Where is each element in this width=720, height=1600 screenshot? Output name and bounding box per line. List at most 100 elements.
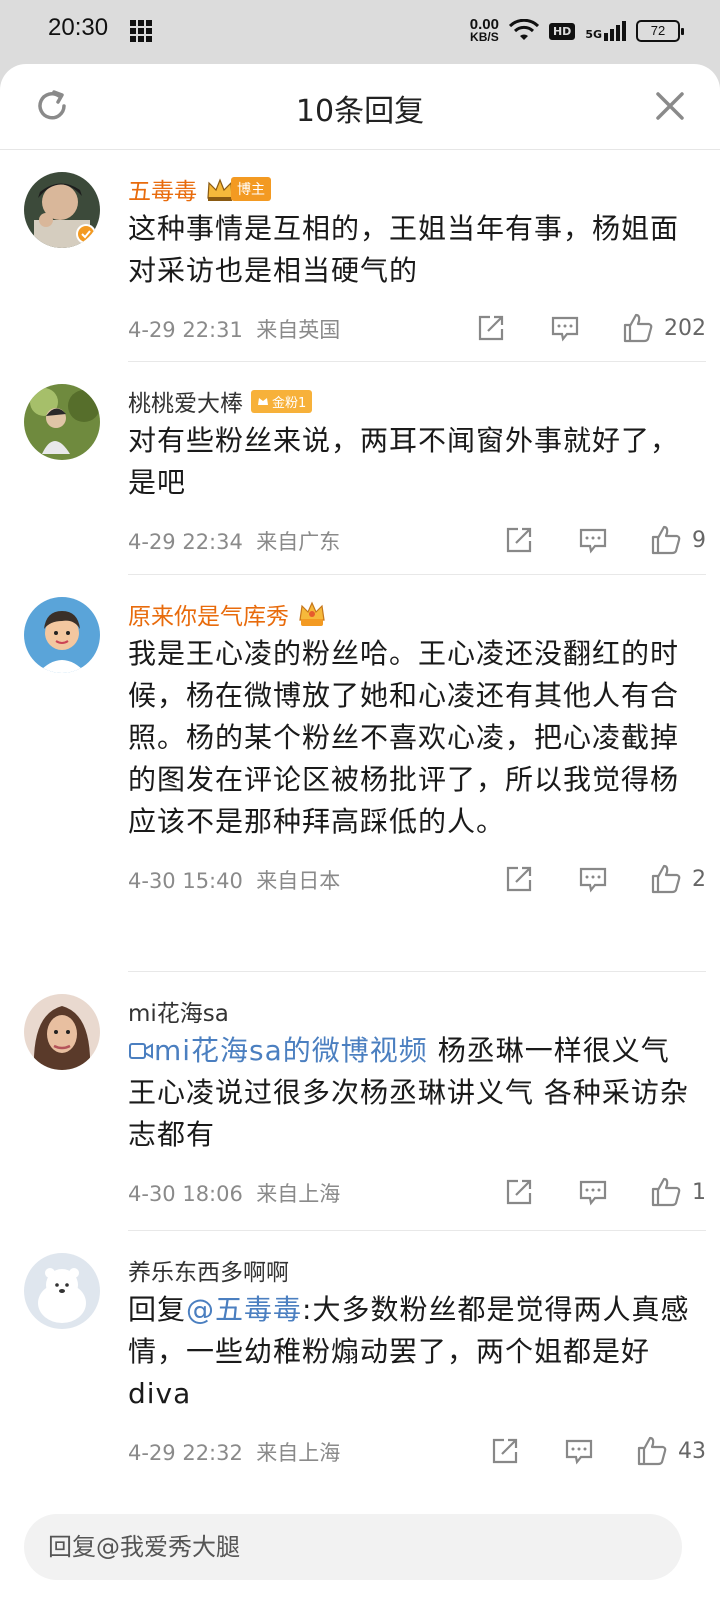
battery-icon: 72 (636, 20, 684, 42)
sheet-header: 10条回复 (0, 64, 720, 150)
network-speed: 0.00 KB/S (470, 17, 499, 44)
network-speed-unit: KB/S (470, 30, 499, 44)
username[interactable]: mi花海sa (128, 994, 229, 1028)
share-icon (506, 1179, 532, 1205)
comment-item: 桃桃爱大棒 金粉1 对有些粉丝来说，两耳不闻窗外事就好了，是吧 4-29 22:… (24, 362, 706, 575)
like-button[interactable]: 43 (616, 1429, 706, 1473)
comment-actions: 9 (482, 518, 706, 562)
avatar[interactable] (24, 597, 100, 673)
comment-icon (565, 1439, 593, 1465)
boss-tag: 博主 (231, 177, 271, 201)
comment-header: mi花海sa (128, 972, 706, 1030)
wifi-icon (508, 19, 539, 40)
username[interactable]: 原来你是气库秀 (128, 597, 289, 631)
comment-button[interactable] (556, 1170, 630, 1214)
comment-button[interactable] (528, 306, 602, 350)
comment-location: 来自上海 (256, 1182, 341, 1206)
comment-header: 桃桃爱大棒 金粉1 (128, 362, 706, 420)
close-button[interactable] (650, 86, 690, 126)
author-badge: 博主 (205, 176, 271, 202)
crown-icon (299, 601, 325, 626)
comment-location: 来自上海 (256, 1441, 341, 1465)
video-link-label: mi花海sa的微博视频 (154, 1034, 428, 1067)
video-link[interactable]: mi花海sa的微博视频 (128, 1034, 428, 1067)
thumbs-up-icon (623, 313, 653, 343)
like-count: 1 (692, 1179, 706, 1205)
comment-text: 回复@五毒毒:大多数粉丝都是觉得两人真感情，一些幼稚粉煽动罢了，两个姐都是好di… (128, 1289, 706, 1415)
comment-icon (579, 867, 607, 893)
comment-icon (579, 528, 607, 554)
status-bar: 20:30 0.00 KB/S HD 5G 72 (0, 0, 720, 64)
comment-item: 养乐东西多啊啊 回复@五毒毒:大多数粉丝都是觉得两人真感情，一些幼稚粉煽动罢了，… (24, 1231, 706, 1489)
share-icon (506, 527, 532, 553)
network-type-label: 5G (585, 28, 602, 41)
comment-icon (551, 316, 579, 342)
comment-header: 养乐东西多啊啊 (128, 1231, 706, 1289)
comment-item: 原来你是气库秀 我是王心凌的粉丝哈。王心凌还没翻红的时候，杨在微博放了她和心凌还… (24, 575, 706, 972)
like-count: 2 (692, 866, 706, 892)
comment-button[interactable] (556, 857, 630, 901)
thumbs-up-icon (651, 1177, 681, 1207)
comment-header: 五毒毒 博主 (128, 150, 706, 208)
comment-text: 对有些粉丝来说，两耳不闻窗外事就好了，是吧 (128, 424, 680, 499)
username[interactable]: 养乐东西多啊啊 (128, 1253, 289, 1287)
app-grid-icon (130, 20, 152, 42)
comment-meta: 4-30 18:06 来自上海 1 (128, 1156, 706, 1230)
reply-input[interactable]: 回复@我爱秀大腿 (24, 1514, 682, 1580)
comment-time: 4-29 22:32 (128, 1441, 243, 1465)
reply-prefix: 回复 (128, 1293, 187, 1326)
comment-text: 我是王心凌的粉丝哈。王心凌还没翻红的时候，杨在微博放了她和心凌还有其他人有合照。… (128, 637, 680, 838)
like-count: 202 (664, 315, 706, 341)
comment-item: mi花海sa mi花海sa的微博视频 杨丞琳一样很义气 王心凌说过很多次杨丞琳讲… (24, 972, 706, 1231)
comment-actions: 2 (482, 857, 706, 901)
mention-link[interactable]: @五毒毒 (186, 1293, 302, 1326)
comment-button[interactable] (556, 518, 630, 562)
page-title: 10条回复 (295, 94, 425, 129)
status-time: 20:30 (48, 14, 109, 41)
thumbs-up-icon (651, 525, 681, 555)
replies-sheet: 10条回复 五毒毒 博主 这种事情是互相的，王姐当年有事，杨姐面对采访也是相当硬… (0, 64, 720, 1600)
close-icon (656, 92, 684, 120)
share-icon (492, 1438, 518, 1464)
like-button[interactable]: 2 (630, 857, 706, 901)
hd-icon: HD (548, 22, 576, 40)
avatar[interactable] (24, 994, 100, 1070)
fan-badge-icon (258, 398, 268, 405)
comment-meta: 4-30 15:40 来自日本 2 (128, 843, 706, 917)
share-button[interactable] (482, 518, 556, 562)
comment-time: 4-30 15:40 (128, 869, 243, 893)
comment-text: mi花海sa的微博视频 杨丞琳一样很义气 王心凌说过很多次杨丞琳讲义气 各种采访… (128, 1030, 706, 1156)
like-button[interactable]: 9 (630, 518, 706, 562)
comment-actions: 202 (454, 306, 706, 350)
like-count: 43 (678, 1438, 706, 1464)
thumbs-up-icon (637, 1436, 667, 1466)
signal-icon: 5G (585, 21, 626, 41)
comment-location: 来自英国 (256, 318, 341, 342)
avatar[interactable] (24, 1253, 100, 1329)
fan-badge: 金粉1 (251, 389, 313, 413)
share-icon (506, 866, 532, 892)
status-indicators: 0.00 KB/S HD 5G 72 (470, 14, 684, 48)
fan-badge-label: 金粉1 (272, 395, 307, 411)
like-button[interactable]: 202 (602, 306, 706, 350)
share-button[interactable] (468, 1429, 542, 1473)
avatar[interactable] (24, 172, 100, 248)
comment-time: 4-29 22:34 (128, 530, 243, 554)
comment-header: 原来你是气库秀 (128, 575, 706, 633)
share-button[interactable] (454, 306, 528, 350)
comment-meta: 4-29 22:32 来自上海 43 (128, 1415, 706, 1489)
comment-time: 4-30 18:06 (128, 1182, 243, 1206)
comment-actions: 1 (482, 1170, 706, 1214)
like-button[interactable]: 1 (630, 1170, 706, 1214)
share-button[interactable] (482, 1170, 556, 1214)
share-button[interactable] (482, 857, 556, 901)
comment-location: 来自广东 (256, 530, 341, 554)
username[interactable]: 五毒毒 (128, 172, 197, 206)
comment-actions: 43 (468, 1429, 706, 1473)
share-icon (478, 315, 504, 341)
comment-location: 来自日本 (256, 869, 341, 893)
like-count: 9 (692, 527, 706, 553)
username[interactable]: 桃桃爱大棒 (128, 384, 243, 418)
comment-button[interactable] (542, 1429, 616, 1473)
avatar[interactable] (24, 384, 100, 460)
